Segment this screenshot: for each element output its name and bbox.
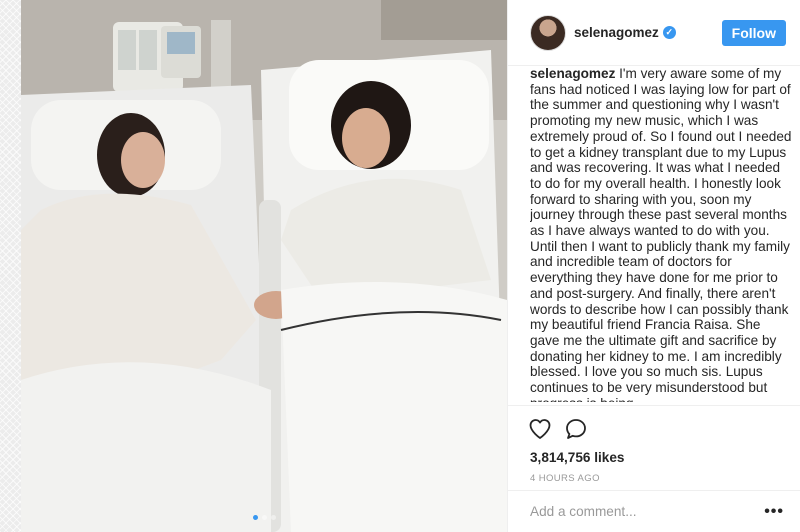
avatar[interactable]: [530, 14, 566, 51]
caption-username[interactable]: selenagomez: [530, 66, 619, 81]
post-photo[interactable]: [21, 0, 507, 532]
hospital-photo-illustration: [21, 0, 507, 532]
post-header: selenagomez ✓ Follow: [508, 0, 800, 66]
caption-text: I'm very aware some of my fans had notic…: [530, 66, 792, 402]
comment-icon[interactable]: [564, 417, 588, 441]
heart-icon[interactable]: [528, 417, 552, 441]
follow-button[interactable]: Follow: [721, 19, 786, 46]
post-timestamp[interactable]: 4 HOURS AGO: [528, 473, 780, 484]
action-icons: [528, 414, 780, 444]
likes-count[interactable]: 3,814,756 likes: [528, 450, 780, 465]
post-actions: 3,814,756 likes 4 HOURS AGO: [508, 405, 800, 484]
carousel-dot: [252, 515, 258, 520]
post-side-panel: selenagomez ✓ Follow selenagomez I'm ver…: [507, 0, 800, 532]
post-caption: selenagomez I'm very aware some of my fa…: [530, 66, 792, 402]
header-username[interactable]: selenagomez: [574, 25, 659, 40]
verified-badge-icon: ✓: [662, 26, 676, 39]
carousel-dot: [270, 515, 276, 520]
comment-input[interactable]: [530, 504, 765, 519]
comment-bar: •••: [508, 490, 800, 532]
carousel-dot: [261, 515, 267, 520]
more-options-icon[interactable]: •••: [764, 503, 784, 521]
carousel-indicator: [21, 515, 507, 520]
